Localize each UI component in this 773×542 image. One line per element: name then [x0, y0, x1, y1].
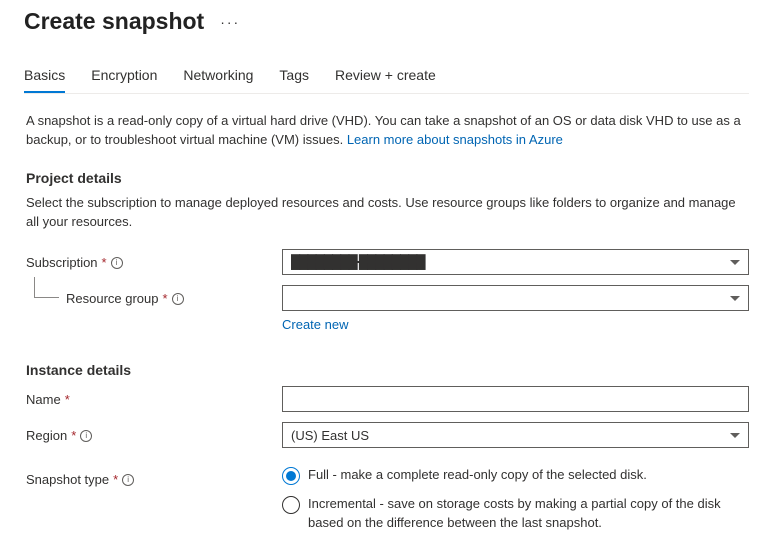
- tab-tags[interactable]: Tags: [279, 67, 309, 93]
- required-mark: *: [113, 472, 118, 487]
- subscription-value: ████████ ████████: [291, 254, 425, 270]
- snapshot-type-full[interactable]: Full - make a complete read-only copy of…: [282, 466, 749, 485]
- required-mark: *: [65, 392, 70, 407]
- chevron-down-icon: [730, 260, 740, 265]
- info-icon[interactable]: i: [122, 474, 134, 486]
- info-icon[interactable]: i: [111, 257, 123, 269]
- snapshot-type-full-label: Full - make a complete read-only copy of…: [308, 466, 647, 484]
- chevron-down-icon: [730, 433, 740, 438]
- resource-group-select[interactable]: [282, 285, 749, 311]
- required-mark: *: [102, 255, 107, 270]
- subscription-label: Subscription: [26, 255, 98, 270]
- page-title: Create snapshot: [24, 8, 204, 35]
- snapshot-type-incremental-label: Incremental - save on storage costs by m…: [308, 495, 749, 531]
- more-actions-icon[interactable]: ···: [220, 14, 240, 30]
- tabs: Basics Encryption Networking Tags Review…: [24, 67, 749, 94]
- snapshot-type-label: Snapshot type: [26, 472, 109, 487]
- instance-details-heading: Instance details: [26, 362, 749, 378]
- name-input[interactable]: [282, 386, 749, 412]
- project-details-heading: Project details: [26, 170, 749, 186]
- snapshot-type-incremental[interactable]: Incremental - save on storage costs by m…: [282, 495, 749, 531]
- subscription-select[interactable]: ████████ ████████: [282, 249, 749, 275]
- region-label: Region: [26, 428, 67, 443]
- intro-text: A snapshot is a read-only copy of a virt…: [26, 112, 749, 150]
- region-value: (US) East US: [291, 428, 369, 443]
- tab-basics[interactable]: Basics: [24, 67, 65, 93]
- tab-networking[interactable]: Networking: [183, 67, 253, 93]
- info-icon[interactable]: i: [172, 293, 184, 305]
- region-select[interactable]: (US) East US: [282, 422, 749, 448]
- resource-group-label: Resource group: [66, 291, 159, 306]
- radio-selected-icon: [282, 467, 300, 485]
- tab-encryption[interactable]: Encryption: [91, 67, 157, 93]
- required-mark: *: [71, 428, 76, 443]
- learn-more-link[interactable]: Learn more about snapshots in Azure: [347, 132, 563, 147]
- project-details-desc: Select the subscription to manage deploy…: [26, 194, 749, 232]
- radio-unselected-icon: [282, 496, 300, 514]
- required-mark: *: [163, 291, 168, 306]
- create-new-link[interactable]: Create new: [282, 317, 348, 332]
- tab-review[interactable]: Review + create: [335, 67, 436, 93]
- chevron-down-icon: [730, 296, 740, 301]
- info-icon[interactable]: i: [80, 430, 92, 442]
- name-label: Name: [26, 392, 61, 407]
